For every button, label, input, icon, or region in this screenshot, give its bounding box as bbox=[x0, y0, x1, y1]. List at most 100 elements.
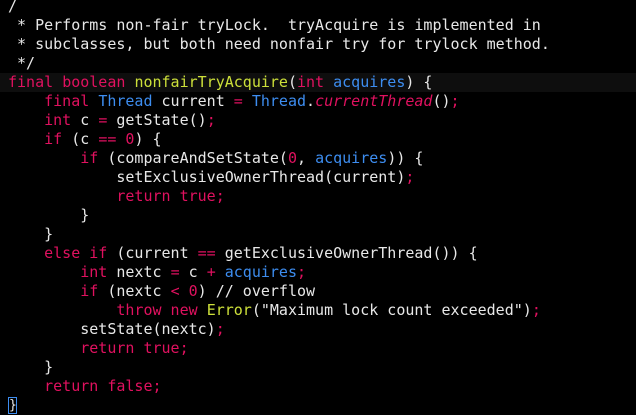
code-token: (current bbox=[107, 244, 198, 262]
code-token: 0 bbox=[287, 149, 297, 167]
code-token: + bbox=[206, 263, 216, 281]
code-token: Thread bbox=[251, 92, 307, 110]
code-line[interactable]: / bbox=[0, 0, 636, 16]
code-token: int bbox=[297, 73, 325, 91]
code-line[interactable]: * Performs non-fair tryLock. tryAcquire … bbox=[0, 16, 636, 35]
code-token: else if bbox=[44, 244, 108, 262]
code-line[interactable]: final Thread current = Thread.currentThr… bbox=[0, 92, 636, 111]
code-line[interactable]: return true; bbox=[0, 339, 636, 358]
code-line[interactable]: return false; bbox=[0, 377, 636, 396]
code-token: ; bbox=[152, 377, 162, 395]
code-line[interactable]: int c = getState(); bbox=[0, 111, 636, 130]
code-token: nextc bbox=[107, 263, 171, 281]
code-line[interactable]: } bbox=[0, 225, 636, 244]
code-token: (c bbox=[62, 130, 99, 148]
code-token: currentThread bbox=[315, 92, 433, 110]
code-line[interactable]: if (c == 0) { bbox=[0, 130, 636, 149]
code-token: int bbox=[80, 263, 108, 281]
code-token: . bbox=[306, 92, 316, 110]
code-token: ( bbox=[287, 73, 297, 91]
code-line[interactable]: if (compareAndSetState(0, acquires)) { bbox=[0, 149, 636, 168]
code-token: ) { bbox=[134, 130, 162, 148]
code-token: ; bbox=[450, 92, 460, 110]
code-token: setExclusiveOwnerThread(current) bbox=[8, 168, 406, 186]
code-line[interactable]: else if (current == getExclusiveOwnerThr… bbox=[0, 244, 636, 263]
code-token: * subclasses, but both need nonfair try … bbox=[8, 35, 550, 53]
code-token: == bbox=[98, 130, 117, 148]
code-token: acquires bbox=[224, 263, 297, 281]
code-token: current bbox=[152, 92, 234, 110]
code-token: return false bbox=[44, 377, 153, 395]
code-token: final bbox=[44, 92, 90, 110]
code-token: = bbox=[170, 263, 180, 281]
code-token: int bbox=[44, 111, 72, 129]
code-token: , bbox=[297, 149, 316, 167]
code-token: == bbox=[197, 244, 216, 262]
code-token: ; bbox=[405, 168, 415, 186]
code-token: boolean bbox=[62, 73, 126, 91]
code-line[interactable]: } bbox=[0, 206, 636, 225]
code-line[interactable]: } bbox=[0, 358, 636, 377]
code-token: ; bbox=[531, 301, 541, 319]
code-token: () bbox=[432, 92, 451, 110]
code-token: getExclusiveOwnerThread()) { bbox=[215, 244, 478, 262]
code-token: return true bbox=[80, 339, 180, 357]
code-token: acquires bbox=[315, 149, 388, 167]
code-token: c bbox=[179, 263, 207, 281]
code-token: ; bbox=[179, 339, 189, 357]
code-token: if bbox=[80, 282, 99, 300]
code-line[interactable]: setState(nextc); bbox=[0, 320, 636, 339]
code-token: } bbox=[8, 206, 90, 224]
code-token: */ bbox=[8, 54, 36, 72]
code-token: < bbox=[170, 282, 180, 300]
code-line[interactable]: if (nextc < 0) // overflow bbox=[0, 282, 636, 301]
code-line[interactable]: * subclasses, but both need nonfair try … bbox=[0, 35, 636, 54]
code-token: } bbox=[8, 225, 54, 243]
code-token: acquires bbox=[333, 73, 406, 91]
code-token: getState() bbox=[107, 111, 207, 129]
code-token: setState(nextc) bbox=[8, 320, 216, 338]
code-token: if bbox=[80, 149, 99, 167]
code-token: Error bbox=[206, 301, 252, 319]
code-line[interactable]: setExclusiveOwnerThread(current); bbox=[0, 168, 636, 187]
code-token: ; bbox=[215, 187, 225, 205]
code-token: nonfairTryAcquire bbox=[134, 73, 288, 91]
code-token: ) { bbox=[405, 73, 433, 91]
code-token: ("Maximum lock count exceeded") bbox=[251, 301, 532, 319]
code-line[interactable]: int nextc = c + acquires; bbox=[0, 263, 636, 282]
code-token: / bbox=[8, 0, 18, 15]
code-token: = bbox=[233, 92, 243, 110]
code-token: (nextc bbox=[98, 282, 171, 300]
code-editor[interactable]: / * Performs non-fair tryLock. tryAcquir… bbox=[0, 0, 636, 414]
code-token: 0 bbox=[188, 282, 198, 300]
code-token: ) // overflow bbox=[197, 282, 316, 300]
code-token: = bbox=[98, 111, 108, 129]
code-line[interactable]: return true; bbox=[0, 187, 636, 206]
code-token: return true bbox=[116, 187, 216, 205]
code-token: ; bbox=[297, 263, 307, 281]
code-line[interactable]: final boolean nonfairTryAcquire(int acqu… bbox=[0, 73, 636, 92]
code-line[interactable]: */ bbox=[0, 54, 636, 73]
code-token: * Performs non-fair tryLock. tryAcquire … bbox=[8, 16, 541, 34]
code-token: if bbox=[44, 130, 63, 148]
code-line[interactable]: throw new Error("Maximum lock count exce… bbox=[0, 301, 636, 320]
code-token: (compareAndSetState( bbox=[98, 149, 288, 167]
